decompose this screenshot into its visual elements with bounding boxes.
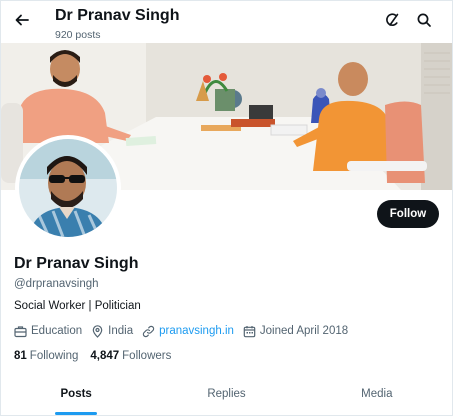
- meta-category: Education: [14, 325, 82, 338]
- tab-label: Posts: [60, 388, 92, 400]
- profile-handle: @drpranavsingh: [14, 278, 99, 290]
- tab-replies[interactable]: Replies: [151, 373, 301, 415]
- avatar-photo: [19, 139, 117, 237]
- tab-label: Media: [361, 388, 393, 400]
- calendar-icon: [243, 325, 256, 337]
- location-pin-icon: [92, 324, 103, 338]
- briefcase-icon: [14, 325, 27, 337]
- back-arrow-icon: [15, 14, 29, 26]
- grok-icon: [386, 13, 399, 27]
- header-title: Dr Pranav Singh: [55, 7, 180, 24]
- tab-posts[interactable]: Posts: [1, 373, 151, 415]
- followers-count: 4,847: [90, 350, 120, 362]
- link-icon: [142, 325, 155, 337]
- profile-page: Dr Pranav Singh 920 posts Follow Dr Pran…: [0, 0, 453, 416]
- tab-media[interactable]: Media: [302, 373, 452, 415]
- following-stat[interactable]: 81 Following: [14, 350, 78, 362]
- meta-joined: Joined April 2018: [243, 325, 348, 338]
- grok-button[interactable]: [381, 9, 403, 31]
- profile-meta: Education India pranavsingh.in Joined Ap…: [14, 323, 357, 339]
- search-button[interactable]: [413, 9, 435, 31]
- category-label: Education: [31, 325, 83, 337]
- website-link[interactable]: pranavsingh.in: [159, 325, 234, 337]
- tab-label: Replies: [207, 388, 246, 400]
- following-label: Following: [29, 350, 79, 362]
- followers-stat[interactable]: 4,847 Followers: [90, 350, 171, 362]
- back-button[interactable]: [9, 7, 35, 33]
- post-count: 920 posts: [55, 29, 101, 41]
- follow-stats: 81 Following 4,847 Followers: [14, 350, 183, 362]
- search-icon: [417, 13, 431, 27]
- avatar[interactable]: [15, 135, 121, 241]
- followers-label: Followers: [122, 350, 172, 362]
- active-tab-indicator: [55, 412, 98, 415]
- follow-button[interactable]: Follow: [377, 200, 439, 228]
- meta-website[interactable]: pranavsingh.in: [142, 325, 234, 338]
- location-label: India: [108, 325, 134, 337]
- meta-location: India: [91, 324, 134, 338]
- profile-name: Dr Pranav Singh: [14, 255, 139, 272]
- profile-bio: Social Worker | Politician: [14, 300, 141, 312]
- top-bar: Dr Pranav Singh 920 posts: [1, 1, 452, 43]
- following-count: 81: [14, 350, 27, 362]
- profile-tabs: Posts Replies Media: [1, 373, 452, 415]
- joined-label: Joined April 2018: [259, 325, 349, 337]
